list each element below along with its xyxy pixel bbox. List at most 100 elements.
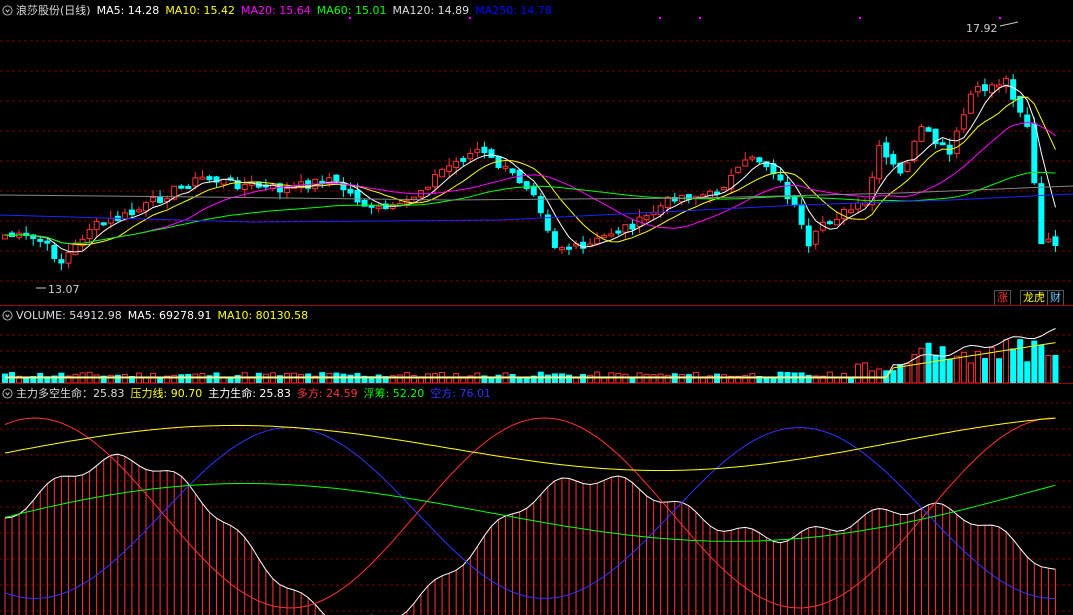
- stock-name[interactable]: 浪莎股份(日线): [16, 2, 91, 18]
- candle-down: [939, 142, 946, 146]
- candle-up: [594, 237, 601, 245]
- dragon-tiger-badge[interactable]: 龙虎: [1020, 290, 1048, 306]
- candle-up: [241, 183, 248, 190]
- candle-up: [558, 247, 565, 251]
- candle-up: [974, 86, 981, 93]
- volume-bar: [685, 374, 692, 383]
- volume-bar: [1045, 354, 1052, 383]
- volume-bar: [340, 373, 347, 383]
- candle-up: [960, 114, 967, 130]
- volume-bar: [544, 374, 551, 383]
- candle-up: [657, 205, 664, 216]
- candle-down: [883, 142, 890, 158]
- gear-icon[interactable]: [2, 309, 13, 321]
- candle-down: [178, 185, 185, 189]
- candle-up: [135, 209, 142, 213]
- candle-down: [58, 259, 65, 264]
- candle-up: [150, 197, 157, 203]
- main-force-label: 主力多空生命：25.83: [16, 387, 125, 400]
- volume-bar: [93, 374, 100, 383]
- candlestick-chart[interactable]: [0, 0, 1073, 305]
- volume-bar: [185, 373, 192, 383]
- candle-up: [622, 224, 629, 233]
- candle-up: [848, 209, 854, 213]
- indicator-chart[interactable]: [0, 383, 1073, 615]
- volume-bar: [862, 362, 869, 383]
- volume-bar: [918, 347, 925, 383]
- candle-up: [707, 190, 713, 199]
- candle-down: [460, 158, 467, 162]
- candle-down: [523, 181, 530, 190]
- volume-bar: [262, 373, 269, 383]
- candle-up: [65, 252, 72, 264]
- candle-down: [925, 127, 932, 132]
- volume-bar: [107, 374, 114, 383]
- candle-down: [981, 84, 988, 92]
- candle-up: [446, 165, 453, 172]
- volume-bar: [396, 374, 403, 383]
- candle-up: [432, 174, 439, 188]
- main-life-line: [4, 453, 1056, 615]
- volume-bar: [587, 374, 594, 383]
- gear-icon[interactable]: [2, 387, 13, 399]
- candle-down: [530, 185, 537, 196]
- candle-down: [805, 225, 812, 247]
- gear-icon[interactable]: [2, 4, 13, 16]
- candle-up: [833, 218, 840, 226]
- ma10-label: MA10: 15.42: [165, 3, 236, 17]
- candle-up: [601, 234, 608, 239]
- bear-label: 空方: 76.01: [430, 387, 492, 400]
- volume-bar: [855, 363, 862, 383]
- candle-down: [1024, 114, 1031, 127]
- volume-bar: [580, 373, 587, 383]
- candle-down: [798, 204, 805, 225]
- volume-pane[interactable]: VOLUME: 54912.98 MA5: 69278.91 MA10: 801…: [0, 305, 1073, 383]
- indicator-pane[interactable]: 主力多空生命：25.83 压力线: 90.70 主力生命: 25.83 多方: …: [0, 383, 1073, 615]
- candle-down: [890, 154, 897, 165]
- ma250-label: MA250: 14.78: [475, 3, 552, 17]
- candle-down: [791, 195, 798, 206]
- volume-bar: [178, 374, 185, 383]
- volume-bar: [967, 362, 974, 383]
- candle-up: [86, 229, 93, 240]
- volume-bar: [939, 346, 946, 383]
- candle-down: [1031, 123, 1038, 184]
- candle-up: [467, 153, 474, 160]
- volume-bar: [1024, 361, 1031, 383]
- candle-up: [996, 84, 1003, 88]
- candle-up: [375, 206, 382, 210]
- volume-bar: [714, 373, 721, 383]
- candle-up: [608, 233, 615, 237]
- candle-up: [121, 212, 128, 220]
- volume-bar: [72, 373, 79, 383]
- candle-up: [953, 130, 960, 154]
- candlestick-pane[interactable]: 浪莎股份(日线) MA5: 14.28 MA10: 15.42 MA20: 15…: [0, 0, 1073, 306]
- candle-up: [107, 217, 114, 224]
- candle-down: [481, 146, 488, 154]
- finance-badge[interactable]: 财: [1047, 290, 1064, 306]
- volume-ma5: MA5: 69278.91: [127, 308, 212, 322]
- candle-down: [100, 222, 107, 226]
- candle-up: [643, 214, 650, 221]
- limit-up-badge[interactable]: 涨: [994, 290, 1011, 306]
- candle-down: [566, 246, 572, 250]
- candle-up: [410, 196, 417, 200]
- volume-bar: [657, 373, 664, 383]
- candle-up: [502, 165, 509, 169]
- low-price-label: 13.07: [48, 283, 80, 296]
- candle-down: [615, 230, 622, 234]
- volume-bar: [495, 374, 502, 383]
- marker-dot: [698, 16, 702, 20]
- candle-down: [333, 174, 340, 182]
- candle-down: [206, 176, 213, 181]
- volume-bar: [622, 373, 629, 383]
- bull-label: 多方: 24.59: [296, 387, 358, 400]
- volume-bar: [1003, 339, 1010, 383]
- pressure-line: [4, 417, 1056, 471]
- candle-up: [876, 145, 883, 180]
- volume-bar: [121, 373, 128, 383]
- candle-up: [721, 186, 728, 191]
- float-chips-label: 浮筹: 52.20: [363, 387, 425, 400]
- volume-bar: [566, 374, 572, 383]
- candle-up: [1045, 238, 1052, 243]
